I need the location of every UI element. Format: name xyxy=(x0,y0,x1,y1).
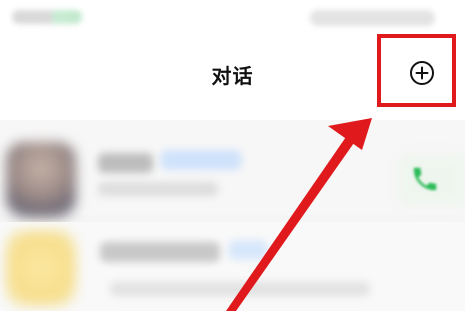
conversation-row[interactable] xyxy=(0,222,465,311)
header: 对话 xyxy=(0,36,465,120)
call-button[interactable] xyxy=(410,164,440,194)
status-bar-right-blurred xyxy=(310,10,435,26)
add-conversation-button[interactable] xyxy=(409,60,435,86)
phone-icon xyxy=(413,167,437,191)
plus-circle-icon xyxy=(410,61,434,85)
conversation-list xyxy=(0,120,465,311)
avatar xyxy=(6,142,76,218)
contact-tag-blurred xyxy=(160,150,242,170)
chat-screen: 对话 xyxy=(0,0,465,311)
avatar xyxy=(6,230,76,306)
status-bar xyxy=(0,0,465,36)
contact-tag-blurred xyxy=(228,240,268,260)
status-bar-left-blurred xyxy=(12,10,82,24)
contact-name-blurred xyxy=(98,153,153,173)
message-preview-blurred xyxy=(110,282,370,296)
message-preview-blurred xyxy=(98,182,218,196)
contact-name-blurred xyxy=(100,242,220,262)
conversation-row[interactable] xyxy=(0,120,465,218)
page-title: 对话 xyxy=(211,64,254,88)
